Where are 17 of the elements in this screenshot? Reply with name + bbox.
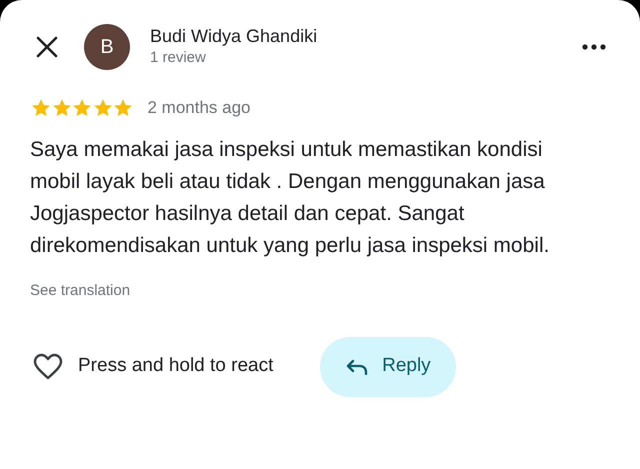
- heart-icon[interactable]: [33, 353, 63, 380]
- close-icon[interactable]: [36, 36, 58, 58]
- react-hint: Press and hold to react: [78, 354, 274, 378]
- see-translation-link[interactable]: See translation: [30, 280, 130, 302]
- star-icon: [31, 98, 51, 118]
- reviewer-name: Budi Widya Ghandiki: [150, 24, 318, 48]
- star-icon: [72, 98, 92, 118]
- avatar: B: [84, 24, 130, 70]
- review-text: Saya memakai jasa inspeksi untuk memastikan kondisi mobil layak beli atau tidak . Dengan menggunakan jasa Jogjaspector hasilnya detail dan cepat. Sangat direkomendisakan untuk yang perlu jasa inspeksi mobil.: [30, 136, 550, 258]
- star-icon: [92, 98, 112, 118]
- more-options-icon[interactable]: [582, 44, 606, 50]
- star-icon: [52, 98, 72, 118]
- reply-icon: [346, 358, 368, 374]
- reply-button[interactable]: Reply: [320, 336, 456, 396]
- review-time: 2 months ago: [148, 97, 251, 119]
- review-count: 1 review: [150, 48, 207, 68]
- star-icon: [113, 98, 133, 118]
